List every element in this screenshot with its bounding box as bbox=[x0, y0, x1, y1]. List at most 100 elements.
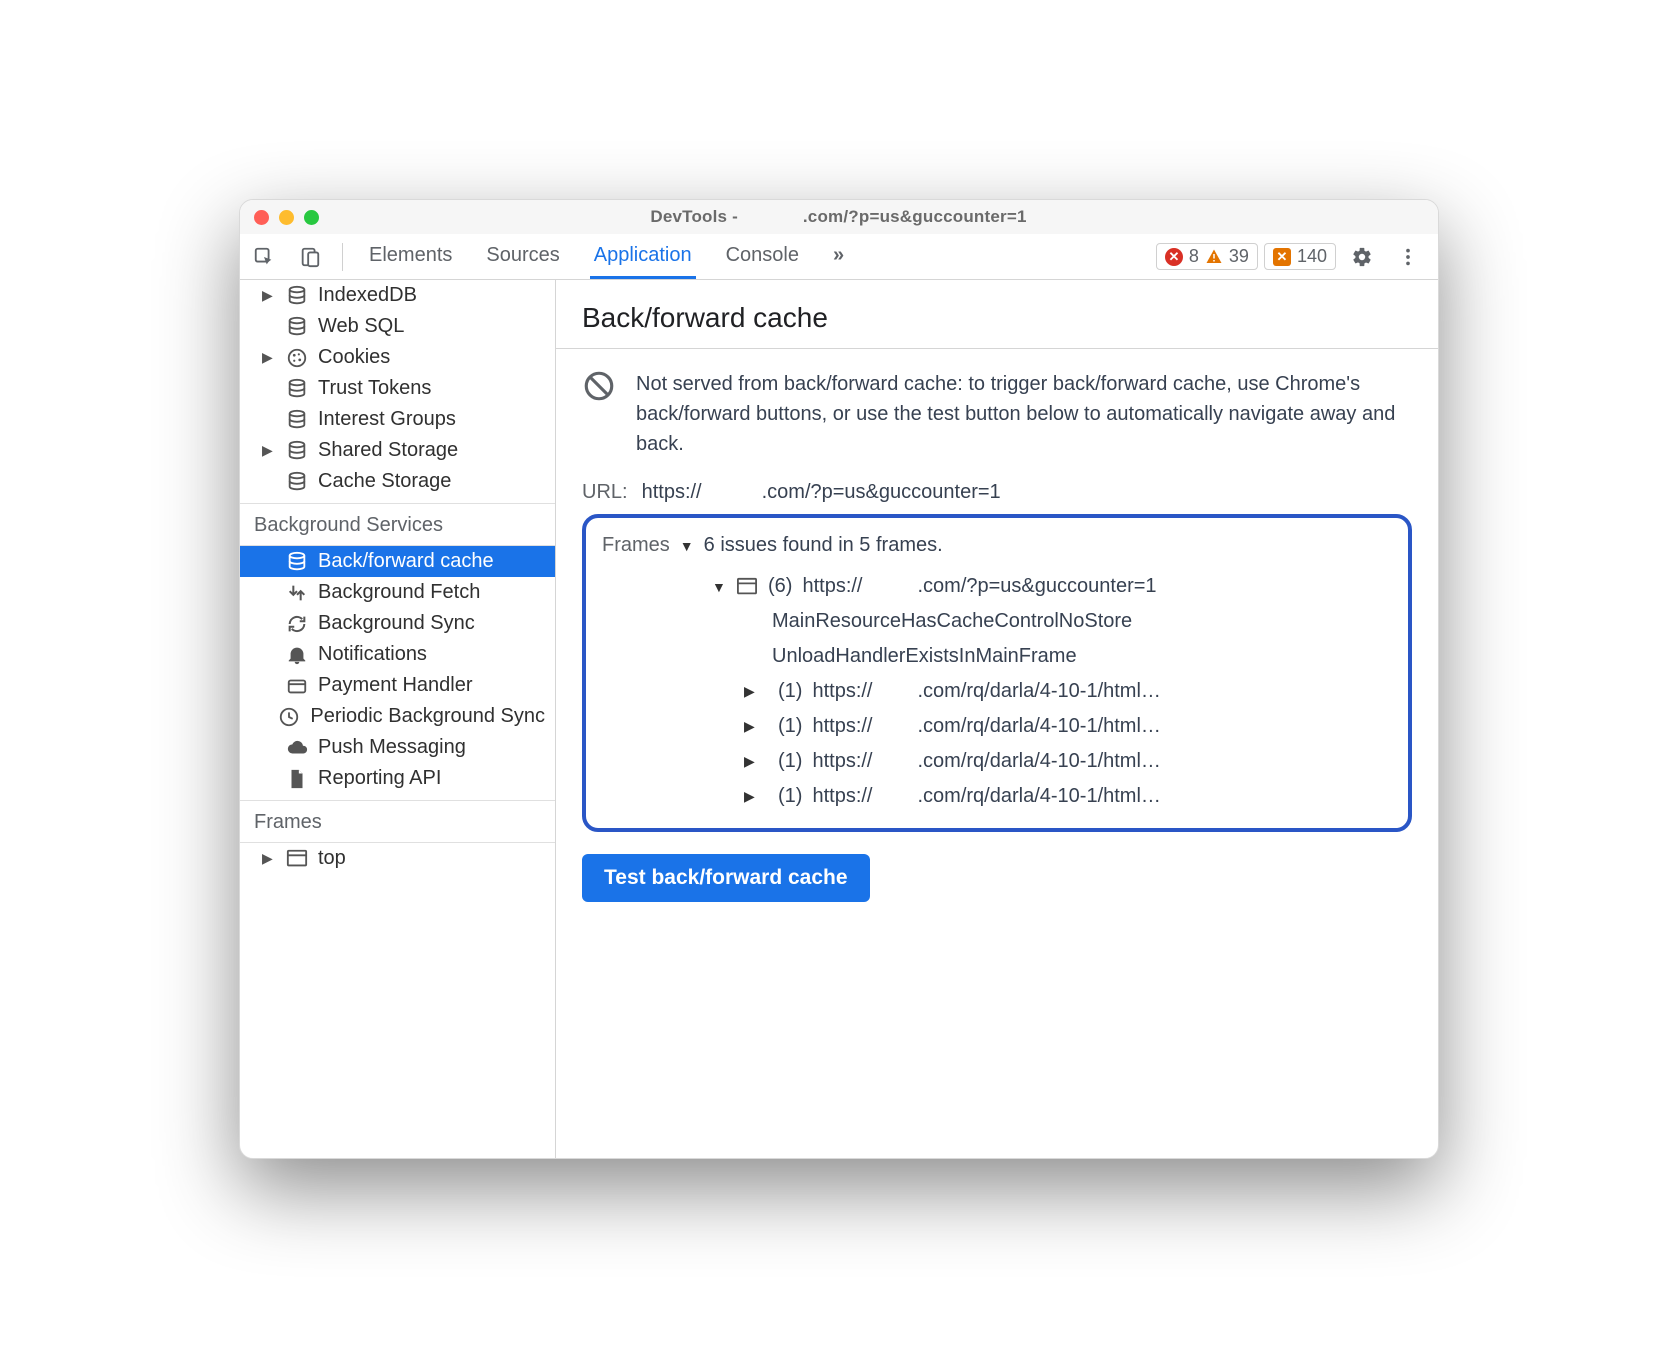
console-status-badge[interactable]: ✕ 8 39 bbox=[1156, 243, 1258, 270]
frame-icon bbox=[286, 848, 308, 870]
tab-console[interactable]: Console bbox=[722, 234, 803, 279]
sidebar-item-label: Interest Groups bbox=[318, 408, 456, 431]
child-frame-url-suffix: .com/rq/darla/4-10-1/html… bbox=[917, 680, 1160, 702]
child-frame-count: (1) bbox=[778, 715, 802, 738]
db-icon bbox=[286, 316, 308, 338]
sidebar-bg-item-back-forward-cache[interactable]: Back/forward cache bbox=[240, 546, 555, 577]
sidebar-bg-item-push-messaging[interactable]: Push Messaging bbox=[240, 732, 555, 763]
sidebar-storage-item-web-sql[interactable]: Web SQL bbox=[240, 311, 555, 342]
sidebar-group-frames: Frames bbox=[240, 800, 555, 843]
test-bfcache-button[interactable]: Test back/forward cache bbox=[582, 854, 870, 902]
main-toolbar: Elements Sources Application Console » ✕… bbox=[240, 234, 1438, 280]
tab-elements[interactable]: Elements bbox=[365, 234, 456, 279]
window-title: DevTools - .com/?p=us&guccounter=1 bbox=[333, 207, 1344, 227]
sidebar-bg-item-reporting-api[interactable]: Reporting API bbox=[240, 763, 555, 794]
child-frame-node[interactable]: ▶(1)https://.com/rq/darla/4-10-1/html… bbox=[602, 744, 1392, 779]
not-cached-icon bbox=[582, 369, 616, 459]
frames-collapse-icon[interactable]: ▼ bbox=[680, 538, 694, 554]
child-frame-node[interactable]: ▶ (1) https:// .com/rq/darla/4-10-1/html… bbox=[602, 779, 1392, 814]
sidebar-storage-item-interest-groups[interactable]: Interest Groups bbox=[240, 404, 555, 435]
info-text: Not served from back/forward cache: to t… bbox=[636, 369, 1412, 459]
db-icon bbox=[286, 440, 308, 462]
close-window-button[interactable] bbox=[254, 210, 269, 225]
sidebar-bg-item-background-sync[interactable]: Background Sync bbox=[240, 608, 555, 639]
issues-badge[interactable]: ✕ 140 bbox=[1264, 243, 1336, 270]
expand-arrow-icon: ▶ bbox=[744, 718, 758, 735]
sidebar-storage-item-indexeddb[interactable]: ▶IndexedDB bbox=[240, 280, 555, 311]
devtools-window: DevTools - .com/?p=us&guccounter=1 Eleme… bbox=[239, 199, 1439, 1159]
url-prefix: https:// bbox=[642, 481, 702, 503]
child-frame-node[interactable]: ▶ (1) https:// .com/rq/darla/4-10-1/html… bbox=[602, 709, 1392, 744]
db-icon bbox=[286, 409, 308, 431]
kebab-menu-button[interactable] bbox=[1388, 237, 1428, 277]
settings-button[interactable] bbox=[1342, 237, 1382, 277]
card-icon bbox=[286, 675, 308, 697]
sidebar-item-label: Cache Storage bbox=[318, 470, 451, 493]
db-icon bbox=[286, 285, 308, 307]
child-frame-url-prefix: https:// bbox=[812, 715, 872, 737]
db-icon bbox=[286, 378, 308, 400]
child-frame-url-prefix: https:// bbox=[812, 785, 872, 807]
sidebar-item-label: Payment Handler bbox=[318, 674, 473, 697]
bell-icon bbox=[286, 644, 308, 666]
panel-tabs: Elements Sources Application Console » bbox=[365, 234, 848, 279]
issues-count: 140 bbox=[1297, 246, 1327, 267]
sidebar-frames-item-top[interactable]: ▶top bbox=[240, 843, 555, 874]
sidebar-storage-item-cookies[interactable]: ▶Cookies bbox=[240, 342, 555, 373]
sidebar-group-background-services: Background Services bbox=[240, 503, 555, 546]
frame-root-url-suffix: .com/?p=us&guccounter=1 bbox=[917, 575, 1156, 597]
sidebar-storage-item-shared-storage[interactable]: ▶Shared Storage bbox=[240, 435, 555, 466]
sync-icon bbox=[286, 613, 308, 635]
sidebar-storage-item-trust-tokens[interactable]: Trust Tokens bbox=[240, 373, 555, 404]
collapse-icon: ▼ bbox=[712, 579, 726, 595]
expand-arrow-icon: ▶ bbox=[744, 683, 758, 700]
warning-count: 39 bbox=[1229, 246, 1249, 267]
main-panel: Back/forward cache Not served from back/… bbox=[556, 280, 1438, 1158]
tab-application[interactable]: Application bbox=[590, 234, 696, 279]
window-title-prefix: DevTools - bbox=[650, 207, 738, 226]
sidebar-bg-item-periodic-background-sync[interactable]: Periodic Background Sync bbox=[240, 701, 555, 732]
error-icon: ✕ bbox=[1165, 248, 1183, 266]
bfcache-reason: MainResourceHasCacheControlNoStore bbox=[602, 604, 1392, 639]
frames-label: Frames bbox=[602, 534, 670, 557]
page-title: Back/forward cache bbox=[556, 280, 1438, 349]
child-frame-count: (1) bbox=[778, 785, 802, 808]
sidebar-storage-item-cache-storage[interactable]: Cache Storage bbox=[240, 466, 555, 497]
frame-root-url-prefix: https:// bbox=[802, 575, 862, 597]
more-tabs-button[interactable]: » bbox=[829, 234, 848, 279]
bfcache-reason: UnloadHandlerExistsInMainFrame bbox=[602, 639, 1392, 674]
minimize-window-button[interactable] bbox=[279, 210, 294, 225]
db-icon bbox=[286, 551, 308, 573]
child-frame-url-prefix: https:// bbox=[812, 750, 872, 772]
device-toggle-button[interactable] bbox=[290, 237, 330, 277]
sidebar-bg-item-background-fetch[interactable]: Background Fetch bbox=[240, 577, 555, 608]
url-suffix: .com/?p=us&guccounter=1 bbox=[762, 481, 1001, 503]
inspect-element-button[interactable] bbox=[244, 237, 284, 277]
sidebar-bg-item-payment-handler[interactable]: Payment Handler bbox=[240, 670, 555, 701]
url-row: URL: https://.com/?p=us&guccounter=1 bbox=[582, 481, 1412, 504]
sidebar-item-label: Back/forward cache bbox=[318, 550, 494, 573]
error-count: 8 bbox=[1189, 246, 1199, 267]
clock-icon bbox=[278, 706, 300, 728]
window-title-suffix: .com/?p=us&guccounter=1 bbox=[803, 207, 1027, 226]
db-icon bbox=[286, 471, 308, 493]
warning-icon bbox=[1205, 248, 1223, 266]
window-frame-icon bbox=[736, 577, 758, 597]
cookie-icon bbox=[286, 347, 308, 369]
child-frame-node[interactable]: ▶(1)https://.com/rq/darla/4-10-1/html… bbox=[602, 674, 1392, 709]
expand-arrow-icon: ▶ bbox=[744, 753, 758, 770]
sidebar-item-label: Notifications bbox=[318, 643, 427, 666]
sidebar-bg-item-notifications[interactable]: Notifications bbox=[240, 639, 555, 670]
expand-arrow-icon: ▶ bbox=[262, 442, 276, 459]
tab-sources[interactable]: Sources bbox=[482, 234, 563, 279]
sidebar-item-label: Background Fetch bbox=[318, 581, 480, 604]
expand-arrow-icon: ▶ bbox=[744, 788, 758, 805]
zoom-window-button[interactable] bbox=[304, 210, 319, 225]
frame-root-node[interactable]: ▼ (6) https://.com/?p=us&guccounter=1 bbox=[602, 569, 1392, 604]
issues-icon: ✕ bbox=[1273, 248, 1291, 266]
expand-arrow-icon: ▶ bbox=[262, 287, 276, 304]
sidebar-item-label: Trust Tokens bbox=[318, 377, 431, 400]
child-frame-url-suffix: .com/rq/darla/4-10-1/html… bbox=[917, 715, 1160, 737]
child-frame-url-suffix: .com/rq/darla/4-10-1/html… bbox=[917, 785, 1160, 807]
frames-panel: Frames ▼ 6 issues found in 5 frames. ▼ (… bbox=[582, 514, 1412, 832]
